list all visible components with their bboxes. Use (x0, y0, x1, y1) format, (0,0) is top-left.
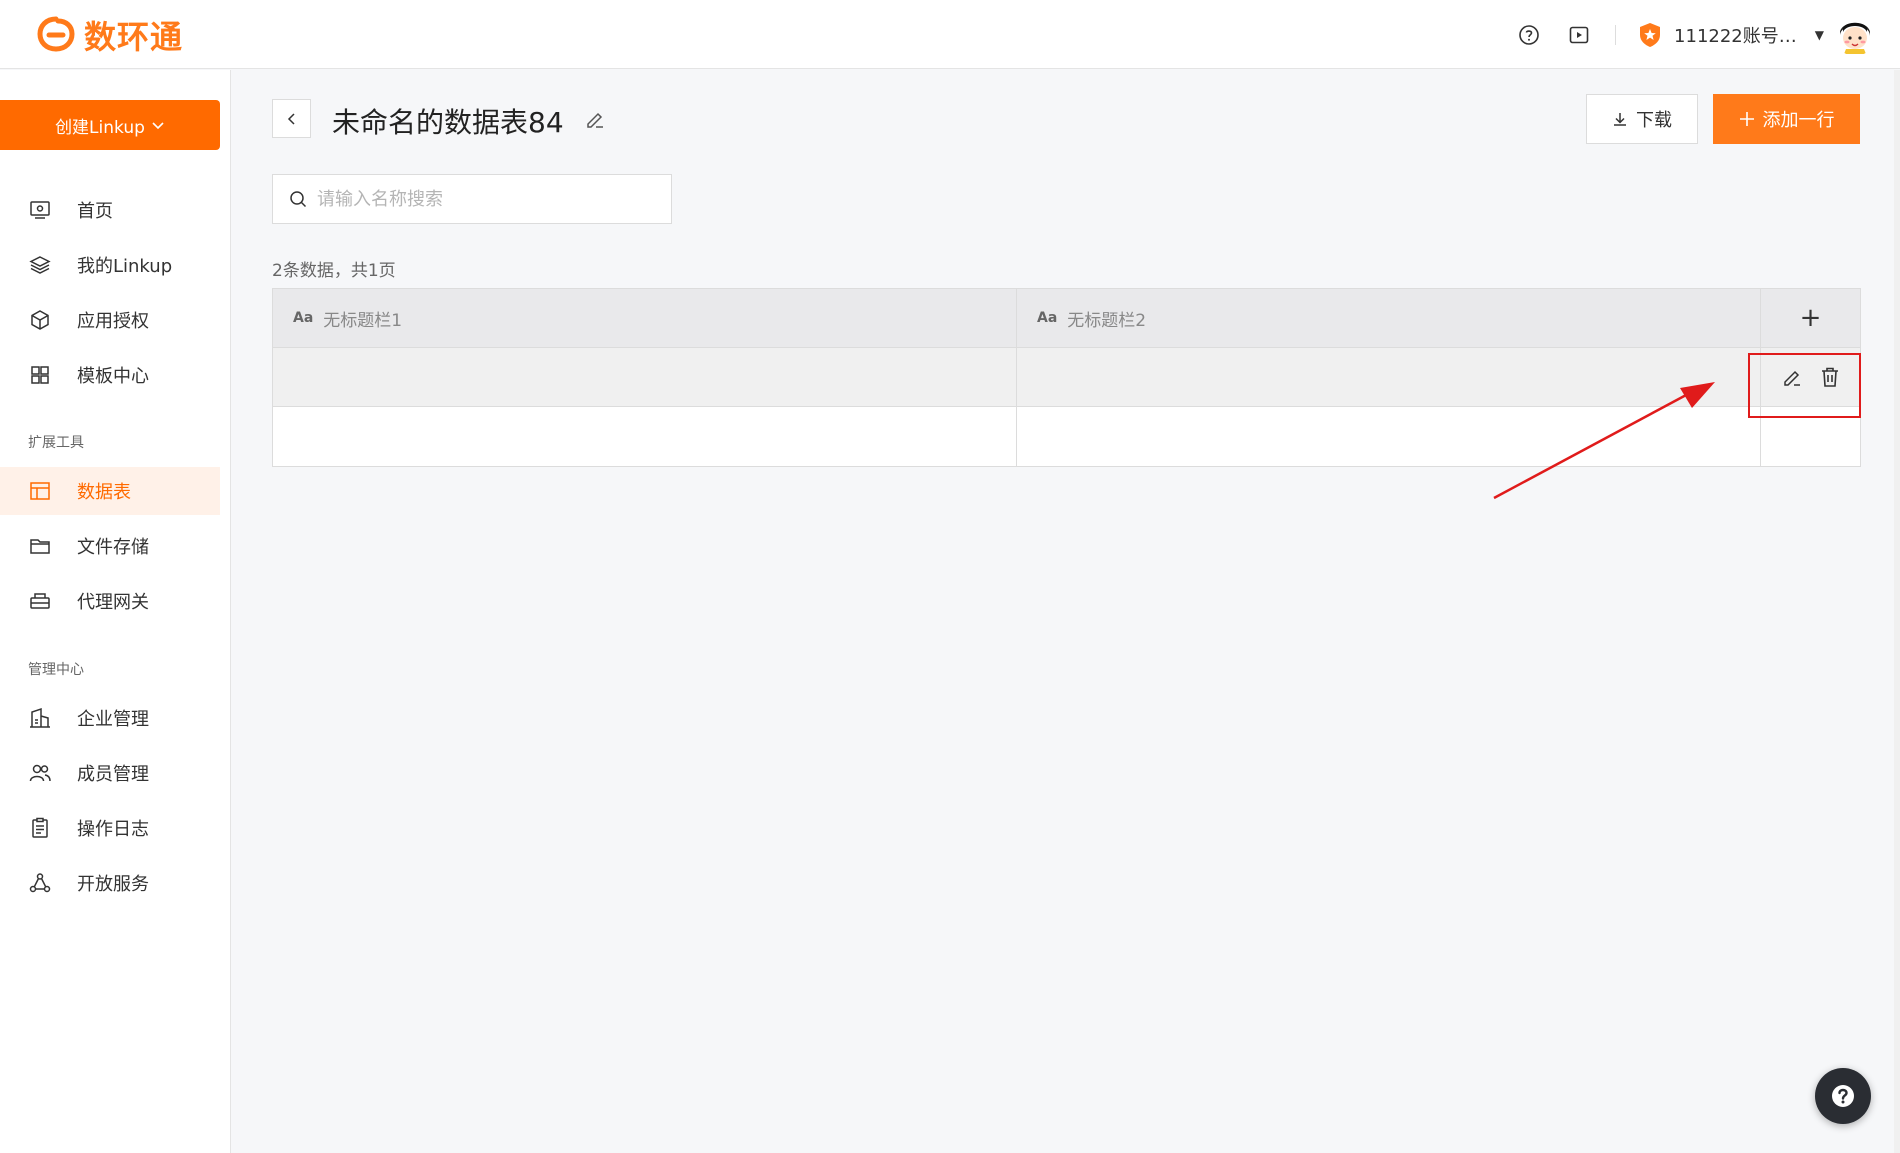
help-circle-icon[interactable] (1515, 21, 1543, 49)
section-title-admin: 管理中心 (28, 662, 84, 678)
sidebar-item-operation-log[interactable]: 操作日志 (0, 804, 220, 852)
chevron-down-icon (152, 122, 164, 130)
download-icon (1614, 113, 1626, 126)
add-row-button[interactable]: 添加一行 (1713, 94, 1860, 144)
section-title-tools: 扩展工具 (28, 435, 84, 451)
sidebar-item-open-service[interactable]: 开放服务 (0, 859, 220, 907)
top-bar: 数环通 111222账号… ▼ (0, 0, 1900, 69)
sidebar-item-label: 成员管理 (77, 764, 149, 785)
caret-down-icon: ▼ (1814, 28, 1824, 42)
help-float-button[interactable] (1815, 1068, 1871, 1124)
plus-icon (1739, 112, 1754, 126)
sidebar-item-datatable[interactable]: 数据表 (0, 467, 220, 515)
clipboard-icon (28, 816, 52, 840)
sidebar-item-label: 代理网关 (77, 592, 149, 613)
table-row[interactable] (273, 407, 1860, 466)
avatar[interactable] (1834, 14, 1876, 56)
sidebar-item-label: 模板中心 (77, 366, 149, 387)
download-button[interactable]: 下载 (1586, 94, 1698, 144)
search-icon (290, 191, 307, 208)
back-button[interactable] (272, 99, 311, 138)
text-type-icon: Aa (1037, 310, 1058, 326)
sidebar-item-app-auth[interactable]: 应用授权 (0, 296, 220, 344)
chevron-left-icon (287, 112, 295, 125)
divider (1615, 25, 1617, 45)
text-type-icon: Aa (293, 310, 314, 326)
column-header-2[interactable]: Aa 无标题栏2 (1017, 289, 1761, 347)
table-cell[interactable] (273, 407, 1017, 466)
add-column-button[interactable]: + (1800, 303, 1822, 333)
column-label: 无标题栏1 (323, 310, 403, 331)
video-play-icon[interactable] (1565, 21, 1593, 49)
sidebar-item-label: 操作日志 (77, 819, 149, 840)
sidebar-item-label: 首页 (77, 201, 113, 222)
download-label: 下载 (1636, 110, 1672, 131)
sidebar-item-enterprise[interactable]: 企业管理 (0, 694, 220, 742)
sidebar-item-templates[interactable]: 模板中心 (0, 351, 220, 399)
search-input[interactable] (317, 188, 657, 210)
share-icon (28, 871, 52, 895)
sidebar-item-members[interactable]: 成员管理 (0, 749, 220, 797)
folder-icon (28, 534, 52, 558)
add-row-label: 添加一行 (1762, 110, 1835, 131)
table-cell[interactable] (273, 348, 1017, 406)
gateway-icon (28, 589, 52, 613)
edit-row-icon[interactable] (1778, 363, 1806, 391)
sidebar-item-my-linkup[interactable]: 我的Linkup (0, 241, 220, 289)
table-row[interactable] (273, 348, 1860, 407)
account-name: 111222账号… (1674, 26, 1797, 47)
add-column-cell: + (1761, 289, 1860, 347)
grid-icon (28, 363, 52, 387)
table-cell[interactable] (1017, 407, 1761, 466)
data-table: Aa 无标题栏1 Aa 无标题栏2 + (272, 288, 1861, 467)
logo-text: 数环通 (84, 18, 184, 56)
column-header-1[interactable]: Aa 无标题栏1 (273, 289, 1017, 347)
create-linkup-button[interactable]: 创建Linkup (0, 100, 220, 150)
question-icon (1832, 1085, 1854, 1107)
badge-icon (1640, 23, 1661, 47)
row-actions (1761, 348, 1860, 406)
building-icon (28, 706, 52, 730)
edit-title-icon[interactable] (584, 108, 606, 134)
sidebar-item-proxy-gateway[interactable]: 代理网关 (0, 577, 220, 625)
column-label: 无标题栏2 (1067, 310, 1147, 331)
table-icon (28, 479, 52, 503)
sidebar-item-label: 开放服务 (77, 874, 149, 895)
sidebar-item-label: 企业管理 (77, 709, 149, 730)
table-cell[interactable] (1017, 348, 1761, 406)
row-actions (1761, 407, 1860, 466)
create-linkup-label: 创建Linkup (55, 117, 145, 138)
sidebar-item-label: 文件存储 (77, 537, 149, 558)
sidebar-item-label: 应用授权 (77, 311, 149, 332)
record-count: 2条数据，共1页 (272, 261, 396, 281)
layers-icon (28, 253, 52, 277)
sidebar: 创建Linkup 首页 我的Linkup 应用授权 模板中心 扩展工具 数据表 … (0, 70, 231, 1153)
logo[interactable]: 数环通 (36, 12, 183, 58)
sidebar-item-label: 我的Linkup (77, 256, 173, 277)
users-icon (28, 761, 52, 785)
monitor-icon (28, 198, 52, 222)
sidebar-item-home[interactable]: 首页 (0, 186, 220, 234)
sidebar-item-file-storage[interactable]: 文件存储 (0, 522, 220, 570)
account-menu[interactable]: 111222账号… ▼ (1638, 22, 1824, 48)
search-box (272, 174, 672, 224)
table-header-row: Aa 无标题栏1 Aa 无标题栏2 + (273, 289, 1860, 348)
cube-icon (28, 308, 52, 332)
page-title: 未命名的数据表84 (332, 106, 564, 139)
delete-row-icon[interactable] (1816, 363, 1844, 391)
scrollbar[interactable] (1894, 70, 1900, 1153)
logo-icon (37, 16, 75, 52)
sidebar-item-label: 数据表 (77, 482, 131, 503)
